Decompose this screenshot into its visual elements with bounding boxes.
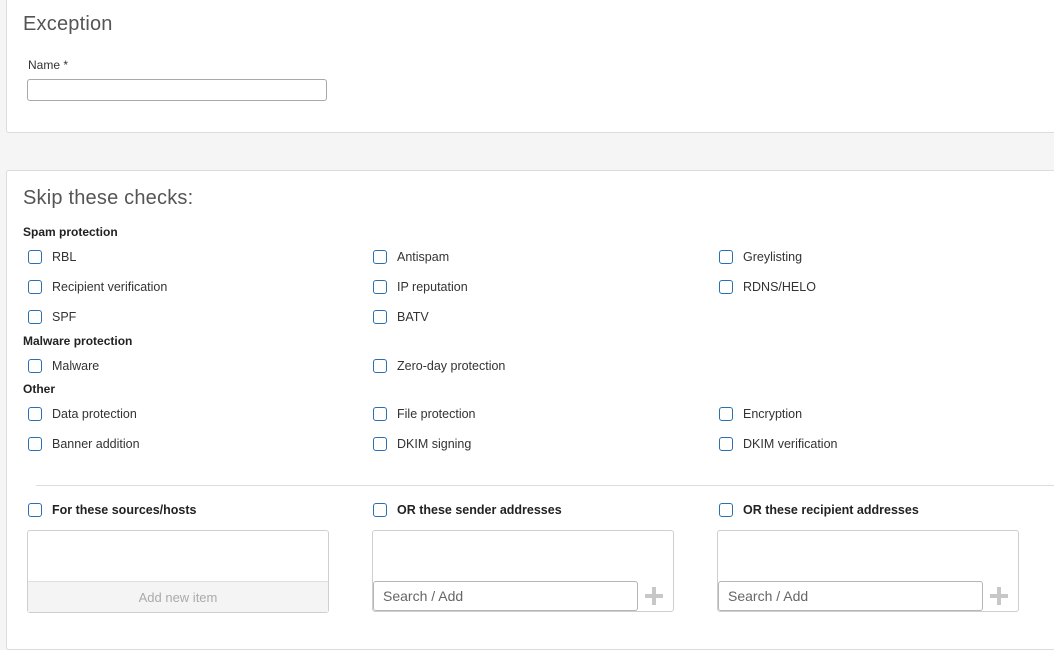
checkbox-icon[interactable] [373,503,387,517]
checkbox-icon[interactable] [719,407,733,421]
other-label: Other [23,382,56,396]
checkbox-icon[interactable] [28,437,42,451]
checkbox-icon[interactable] [373,310,387,324]
checkbox-label: IP reputation [397,280,468,294]
checkbox-label: Zero-day protection [397,359,506,373]
checkbox-icon[interactable] [28,310,42,324]
checkbox-label: DKIM verification [743,437,838,451]
checkbox-icon[interactable] [28,250,42,264]
checkbox-banner-addition[interactable]: Banner addition [28,435,140,453]
exception-title: Exception [23,13,113,35]
checkbox-icon[interactable] [28,280,42,294]
malware-protection-label: Malware protection [23,334,133,348]
checkbox-label: BATV [397,310,429,324]
sender-addresses-list[interactable] [372,530,674,612]
checkbox-icon[interactable] [373,359,387,373]
checkbox-label: For these sources/hosts [52,503,197,517]
checkbox-dkim-signing[interactable]: DKIM signing [373,435,471,453]
checkbox-icon[interactable] [28,359,42,373]
checkbox-ip-reputation[interactable]: IP reputation [373,278,468,296]
skip-checks-title: Skip these checks: [23,187,194,209]
checkbox-icon[interactable] [373,437,387,451]
checkbox-spf[interactable]: SPF [28,308,76,326]
checkbox-sender-addresses[interactable]: OR these sender addresses [373,501,562,519]
checkbox-label: Data protection [52,407,137,421]
plus-icon[interactable] [643,585,665,607]
recipient-addresses-list[interactable] [717,530,1019,612]
checkbox-label: OR these recipient addresses [743,503,919,517]
divider [36,485,1054,486]
checkbox-icon[interactable] [28,407,42,421]
checkbox-encryption[interactable]: Encryption [719,405,802,423]
checkbox-label: Malware [52,359,100,373]
checkbox-label: SPF [52,310,77,324]
checkbox-icon[interactable] [719,437,733,451]
checkbox-label: File protection [397,407,476,421]
name-input[interactable] [27,79,327,101]
checkbox-label: OR these sender addresses [397,503,562,517]
checkbox-icon[interactable] [719,280,733,294]
checkbox-label: Antispam [397,250,450,264]
checkbox-data-protection[interactable]: Data protection [28,405,137,423]
skip-checks-panel: Skip these checks: Spam protection RBL A… [6,170,1054,650]
checkbox-icon[interactable] [719,250,733,264]
checkbox-batv[interactable]: BATV [373,308,429,326]
checkbox-label: Recipient verification [52,280,168,294]
checkbox-rdns-helo[interactable]: RDNS/HELO [719,278,816,296]
checkbox-malware[interactable]: Malware [28,357,99,375]
checkbox-label: RBL [52,250,77,264]
exception-panel: Exception Name * [6,0,1054,133]
checkbox-label: Encryption [743,407,803,421]
checkbox-file-protection[interactable]: File protection [373,405,476,423]
checkbox-recipient-addresses[interactable]: OR these recipient addresses [719,501,919,519]
add-new-item-button[interactable]: Add new item [28,581,328,612]
checkbox-sources-hosts[interactable]: For these sources/hosts [28,501,197,519]
spam-protection-label: Spam protection [23,225,118,239]
checkbox-icon[interactable] [373,250,387,264]
checkbox-greylisting[interactable]: Greylisting [719,248,802,266]
plus-icon[interactable] [988,585,1010,607]
checkbox-label: DKIM signing [397,437,472,451]
sources-hosts-list[interactable]: Add new item [27,530,329,613]
checkbox-label: Banner addition [52,437,140,451]
name-label: Name * [28,58,69,72]
checkbox-icon[interactable] [28,503,42,517]
checkbox-icon[interactable] [373,407,387,421]
sender-search-input[interactable] [373,581,638,611]
checkbox-dkim-verification[interactable]: DKIM verification [719,435,837,453]
checkbox-label: RDNS/HELO [743,280,816,294]
checkbox-antispam[interactable]: Antispam [373,248,449,266]
checkbox-icon[interactable] [719,503,733,517]
recipient-search-input[interactable] [718,581,983,611]
checkbox-zero-day-protection[interactable]: Zero-day protection [373,357,505,375]
checkbox-recipient-verification[interactable]: Recipient verification [28,278,167,296]
checkbox-icon[interactable] [373,280,387,294]
checkbox-label: Greylisting [743,250,803,264]
checkbox-rbl[interactable]: RBL [28,248,76,266]
